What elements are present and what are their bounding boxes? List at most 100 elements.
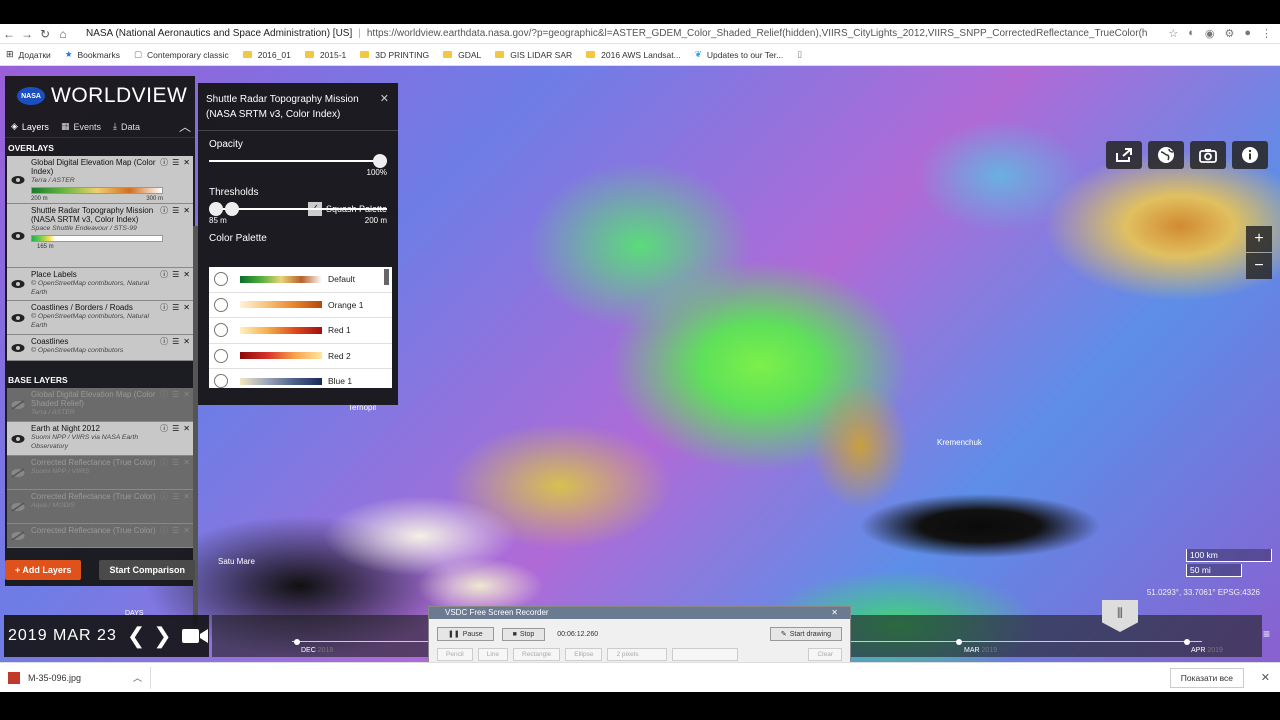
close-icon[interactable]: ✕ bbox=[831, 607, 838, 619]
options-icon[interactable]: ☰ bbox=[172, 270, 179, 279]
remove-icon[interactable]: ✕ bbox=[183, 337, 190, 346]
reload-icon[interactable]: ↻ bbox=[36, 27, 54, 41]
layer-item[interactable]: Earth at Night 2012 Suomi NPP / VIIRS vi… bbox=[7, 422, 193, 456]
star-icon[interactable]: ☆ bbox=[1168, 27, 1178, 40]
tab-events[interactable]: ▦ Events bbox=[61, 121, 101, 132]
opacity-slider[interactable] bbox=[209, 154, 387, 168]
layer-item[interactable]: Global Digital Elevation Map (Color Shad… bbox=[7, 388, 193, 422]
info-icon[interactable]: ⓘ bbox=[160, 424, 168, 433]
menu-icon[interactable]: ⋮ bbox=[1261, 27, 1272, 40]
info-icon[interactable]: ⓘ bbox=[160, 206, 168, 215]
eye-icon[interactable] bbox=[11, 231, 25, 241]
bookmark-item[interactable]: ▯ bbox=[797, 49, 802, 60]
options-icon[interactable]: ☰ bbox=[172, 458, 179, 467]
eye-icon[interactable] bbox=[11, 434, 25, 444]
stop-button[interactable]: ■ Stop bbox=[501, 627, 546, 641]
info-icon[interactable] bbox=[1232, 141, 1268, 169]
slider-handle[interactable] bbox=[373, 154, 387, 168]
eye-icon[interactable] bbox=[11, 313, 25, 323]
chevron-up-icon[interactable]: ︿ bbox=[133, 671, 142, 684]
url-field[interactable]: https://worldview.earthdata.nasa.gov/?p=… bbox=[367, 28, 1147, 39]
remove-icon[interactable]: ✕ bbox=[183, 303, 190, 312]
threshold-slider[interactable] bbox=[209, 202, 387, 216]
close-icon[interactable]: ✕ bbox=[380, 92, 389, 105]
options-icon[interactable]: ☰ bbox=[172, 492, 179, 501]
bookmark-apps[interactable]: ⊞ Додатки bbox=[6, 49, 51, 60]
rectangle-tool[interactable]: Rectangle bbox=[513, 648, 561, 661]
radio-button[interactable] bbox=[214, 323, 228, 338]
info-icon[interactable]: ⓘ bbox=[160, 303, 168, 312]
eye-icon[interactable] bbox=[11, 175, 25, 185]
bookmark-folder[interactable]: 3D PRINTING bbox=[360, 50, 429, 60]
site-identity[interactable]: NASA (National Aeronautics and Space Adm… bbox=[86, 28, 352, 39]
download-item[interactable]: M-35-096.jpg bbox=[8, 672, 81, 684]
eye-icon[interactable] bbox=[11, 343, 25, 353]
layer-item[interactable]: Global Digital Elevation Map (Color Inde… bbox=[7, 156, 193, 204]
info-icon[interactable]: ⓘ bbox=[160, 492, 168, 501]
remove-icon[interactable]: ✕ bbox=[183, 390, 190, 399]
bookmark-folder[interactable]: GDAL bbox=[443, 50, 481, 60]
video-camera-icon[interactable] bbox=[181, 627, 208, 645]
worldview-brand[interactable]: NASA WORLDVIEW bbox=[5, 76, 195, 116]
layer-item[interactable]: Coastlines © OpenStreetMap contributors … bbox=[7, 335, 193, 361]
palette-option[interactable]: Red 2 bbox=[209, 344, 392, 369]
extension-icon-3[interactable]: ⚙ bbox=[1224, 27, 1234, 40]
bookmark-folder[interactable]: 2015-1 bbox=[304, 50, 346, 60]
info-icon[interactable]: ⓘ bbox=[160, 390, 168, 399]
chevron-left-icon[interactable]: ❮ bbox=[127, 623, 145, 649]
info-icon[interactable]: ⓘ bbox=[160, 270, 168, 279]
info-icon[interactable]: ⓘ bbox=[160, 158, 168, 167]
chevron-right-icon[interactable]: ❯ bbox=[153, 623, 171, 649]
extension-icon[interactable]: ◐ bbox=[1188, 27, 1195, 40]
layer-item[interactable]: Place Labels © OpenStreetMap contributor… bbox=[7, 268, 193, 301]
bookmark-item[interactable]: ❦ Updates to our Ter... bbox=[695, 49, 784, 60]
palette-option[interactable]: Blue 1 bbox=[209, 369, 392, 388]
clear-tool[interactable]: Clear bbox=[808, 648, 842, 661]
bookmark-folder[interactable]: 2016_01 bbox=[242, 50, 291, 60]
ellipse-tool[interactable]: Ellipse bbox=[565, 648, 603, 661]
remove-icon[interactable]: ✕ bbox=[183, 492, 190, 501]
tab-layers[interactable]: ◈ Layers bbox=[11, 121, 49, 132]
options-icon[interactable]: ☰ bbox=[172, 424, 179, 433]
info-icon[interactable]: ⓘ bbox=[160, 337, 168, 346]
bookmark-folder[interactable]: 2016 AWS Landsat... bbox=[586, 50, 681, 60]
palette-scrollbar[interactable] bbox=[384, 269, 389, 285]
line-width-select[interactable]: 2 pixels bbox=[607, 648, 668, 661]
options-icon[interactable]: ☰ bbox=[172, 158, 179, 167]
forward-icon[interactable]: → bbox=[18, 27, 36, 41]
options-icon[interactable]: ☰ bbox=[172, 206, 179, 215]
options-icon[interactable]: ☰ bbox=[172, 526, 179, 535]
layer-item[interactable]: Shuttle Radar Topography Mission (NASA S… bbox=[7, 204, 193, 268]
radio-button[interactable] bbox=[214, 297, 228, 312]
palette-option[interactable]: Red 1 bbox=[209, 318, 392, 344]
palette-option[interactable]: Default bbox=[209, 267, 392, 293]
start-drawing-button[interactable]: ✎ Start drawing bbox=[769, 627, 842, 641]
current-date[interactable]: 2019 MAR 23 bbox=[8, 627, 117, 645]
add-layers-button[interactable]: + Add Layers bbox=[5, 560, 82, 580]
camera-icon[interactable] bbox=[1190, 141, 1226, 169]
radio-button[interactable] bbox=[214, 374, 228, 388]
remove-icon[interactable]: ✕ bbox=[183, 270, 190, 279]
remove-icon[interactable]: ✕ bbox=[183, 526, 190, 535]
remove-icon[interactable]: ✕ bbox=[183, 158, 190, 167]
extension-icon-2[interactable]: ◉ bbox=[1205, 27, 1215, 40]
timeline-menu-icon[interactable]: ≡ bbox=[1263, 627, 1270, 641]
color-select[interactable] bbox=[672, 648, 739, 661]
palette-option[interactable]: Orange 1 bbox=[209, 293, 392, 318]
back-icon[interactable]: ← bbox=[0, 27, 18, 41]
info-icon[interactable]: ⓘ bbox=[160, 458, 168, 467]
home-icon[interactable]: ⌂ bbox=[54, 27, 72, 41]
projection-globe-icon[interactable] bbox=[1148, 141, 1184, 169]
collapse-chevron-icon[interactable]: ︿ bbox=[179, 118, 191, 135]
tab-data[interactable]: ⤓ Data bbox=[113, 121, 140, 132]
share-icon[interactable] bbox=[1106, 141, 1142, 169]
options-icon[interactable]: ☰ bbox=[172, 390, 179, 399]
zoom-in-button[interactable]: + bbox=[1246, 226, 1272, 252]
pencil-tool[interactable]: Pencil bbox=[437, 648, 473, 661]
bookmark-item[interactable]: ▢ Contemporary classic bbox=[134, 49, 229, 60]
info-icon[interactable]: ⓘ bbox=[160, 526, 168, 535]
show-all-button[interactable]: Показати все bbox=[1169, 668, 1244, 688]
radio-button[interactable] bbox=[214, 348, 228, 363]
bookmark-folder[interactable]: GIS LIDAR SAR bbox=[495, 50, 572, 60]
options-icon[interactable]: ☰ bbox=[172, 303, 179, 312]
